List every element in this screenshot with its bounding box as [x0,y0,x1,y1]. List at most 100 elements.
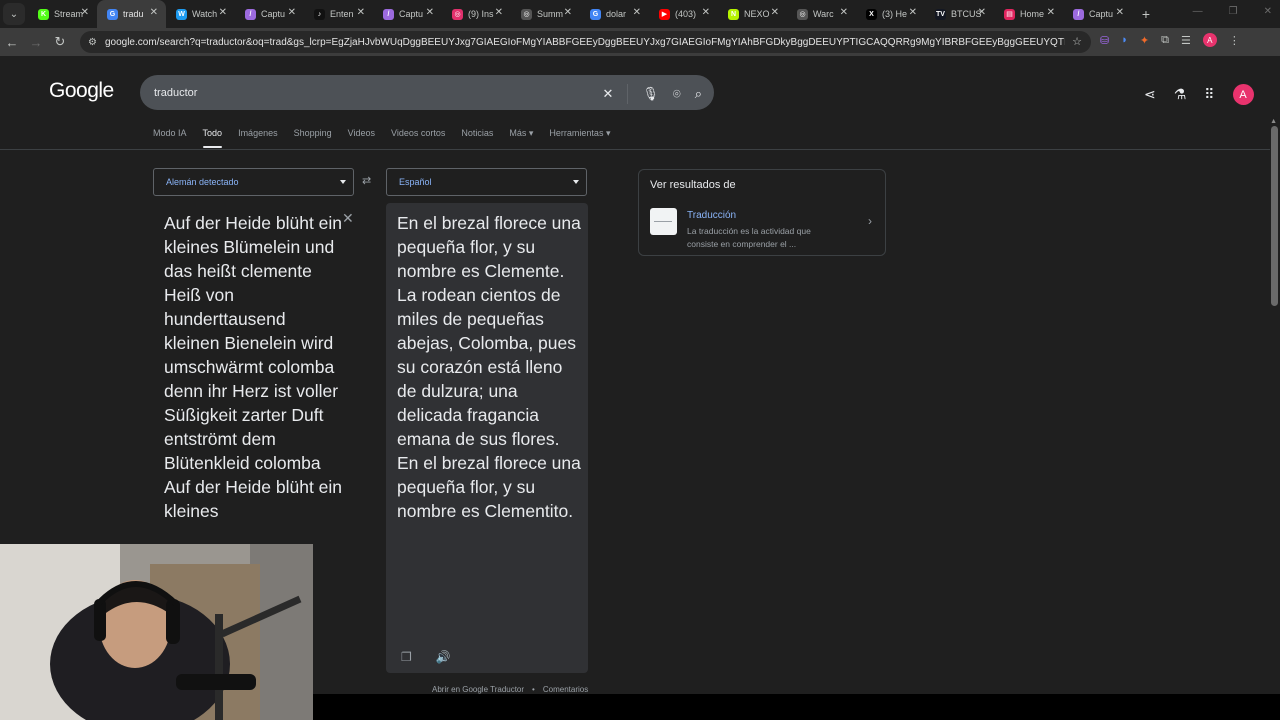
tab-close-icon[interactable]: ✕ [978,7,986,18]
url-text[interactable]: google.com/search?q=traductor&oq=trad&gs… [105,37,1065,48]
search-icon[interactable]: ⌕ [695,86,702,102]
browser-tab[interactable]: ▶ (403) ✕ [649,0,718,28]
tab-close-icon[interactable]: ✕ [150,7,158,18]
target-language-label: Español [399,177,432,187]
browser-tab[interactable]: ◎ Summ ✕ [511,0,580,28]
tab-favicon-icon: ◎ [452,8,463,20]
site-info-icon[interactable]: ⚙ [88,37,97,48]
reading-list-icon[interactable]: ☰ [1181,34,1191,47]
extension-icon[interactable]: ◗ [1121,34,1128,46]
lens-camera-icon[interactable]: ⌾ [673,86,681,102]
browser-tab[interactable]: / Captu ✕ [235,0,304,28]
browser-tab[interactable]: / Captu ✕ [373,0,442,28]
scroll-up-arrow[interactable]: ▲ [1270,118,1277,125]
minimize-icon[interactable]: — [1193,6,1203,17]
source-language-select[interactable]: Alemán detectado [153,168,354,196]
tab-title: NEXO [744,9,770,19]
reload-icon[interactable]: ↻ [48,34,72,50]
tab-favicon-icon: G [107,8,118,20]
search-nav-tab[interactable]: Más ▾ [509,128,533,139]
account-avatar[interactable]: A [1232,84,1254,105]
feedback-link[interactable]: Comentarios [543,685,588,694]
search-nav-tab[interactable]: Herramientas ▾ [549,128,610,139]
search-nav-tab[interactable]: Shopping [294,128,332,139]
share-icon[interactable]: ⋖ [1144,86,1156,103]
back-icon[interactable]: ← [0,35,24,50]
search-nav-tab[interactable]: Imágenes [238,128,278,139]
address-bar[interactable]: ⚙ google.com/search?q=traductor&oq=trad&… [80,31,1091,53]
tab-close-icon[interactable]: ✕ [771,7,779,18]
browser-tab[interactable]: X (3) He ✕ [856,0,925,28]
tab-close-icon[interactable]: ✕ [426,7,434,18]
search-box[interactable]: traductor ✕ 🎙 ⌾ ⌕ [140,75,714,110]
profile-avatar[interactable]: A [1202,33,1217,47]
tab-title: Watch [192,9,218,19]
microphone-icon[interactable]: 🎙 [642,86,659,102]
apps-grid-icon[interactable]: ⠿ [1204,86,1214,103]
browser-tab[interactable]: N NEXO ✕ [718,0,787,28]
tab-close-icon[interactable]: ✕ [357,7,365,18]
tab-close-icon[interactable]: ✕ [288,7,296,18]
tab-close-icon[interactable]: ✕ [633,7,641,18]
extensions-puzzle-icon[interactable]: ⧉ [1161,34,1169,47]
extension-icon[interactable]: ✦ [1140,34,1149,47]
open-in-translate-link[interactable]: Abrir en Google Traductor [432,685,524,694]
clear-search-icon[interactable]: ✕ [602,86,613,102]
extension-icon[interactable]: ⛁ [1100,34,1109,47]
result-thumbnail[interactable] [650,208,677,235]
page-scrollbar-thumb[interactable] [1271,126,1278,306]
browser-tab[interactable]: Gtradu ✕ [97,0,166,28]
browser-tab[interactable]: / Captu ✕ [1063,0,1132,28]
speaker-icon[interactable]: 🔊 [436,650,451,664]
target-language-select[interactable]: Español [386,168,587,196]
copy-icon[interactable]: ❐ [401,650,412,664]
tab-close-icon[interactable]: ✕ [564,7,572,18]
new-tab-button[interactable]: + [1134,6,1158,22]
tab-close-icon[interactable]: ✕ [1047,7,1055,18]
search-nav-tabs: Modo IA Todo Imágenes Shopping Videos Videos … [153,128,610,148]
tab-title: Home [1020,9,1045,19]
tab-close-icon[interactable]: ✕ [219,7,227,18]
source-text-input[interactable]: Auf der Heide blüht ein kleines Blümelei… [164,211,344,523]
search-nav-tab[interactable]: Todo [202,128,222,148]
browser-tab[interactable]: Gdolar ✕ [580,0,649,28]
chevron-right-icon[interactable]: › [868,214,872,228]
browser-toolbar: ← → ↻ ⚙ google.com/search?q=traductor&oq… [0,28,1280,56]
tab-title: Captu [399,9,424,19]
search-nav-tab[interactable]: Modo IA [153,128,187,139]
browser-tab[interactable]: ◎ Warc ✕ [787,0,856,28]
tab-close-icon[interactable]: ✕ [495,7,503,18]
browser-menu-icon[interactable]: ⋮ [1229,34,1240,47]
browser-tab[interactable]: TV BTCUS ✕ [925,0,994,28]
swap-languages-icon[interactable]: ⇄ [362,174,371,187]
tab-favicon-icon: / [1073,8,1084,20]
bookmark-star-icon[interactable]: ☆ [1072,35,1082,48]
browser-tab[interactable]: ▤ Home ✕ [994,0,1063,28]
translated-text: En el brezal florece una pequeña flor, y… [397,213,581,521]
browser-tab[interactable]: ♪ Enten ✕ [304,0,373,28]
tab-close-icon[interactable]: ✕ [1116,7,1124,18]
browser-tab[interactable]: ◎ (9) Ins ✕ [442,0,511,28]
tab-search-button[interactable]: ⌄ [3,3,25,25]
chevron-down-icon [573,180,579,184]
forward-icon[interactable]: → [24,35,48,50]
result-link[interactable]: Traducción [687,210,736,221]
tab-close-icon[interactable]: ✕ [840,7,848,18]
close-window-icon[interactable]: ✕ [1264,6,1272,17]
labs-flask-icon[interactable]: ⚗ [1174,86,1187,103]
search-nav-tab[interactable]: Videos cortos [391,128,445,139]
browser-tab[interactable]: W Watch ✕ [166,0,235,28]
translation-output-panel: En el brezal florece una pequeña flor, y… [386,203,588,673]
tab-close-icon[interactable]: ✕ [909,7,917,18]
google-logo[interactable]: Google [49,79,114,103]
tab-title: dolar [606,9,627,19]
browser-tab[interactable]: K Stream ✕ [28,0,97,28]
tab-close-icon[interactable]: ✕ [81,7,89,18]
search-nav-tab[interactable]: Videos [348,128,375,139]
clear-source-icon[interactable]: ✕ [342,210,354,227]
search-nav-tab[interactable]: Noticias [461,128,493,139]
search-query[interactable]: traductor [154,87,197,99]
tab-close-icon[interactable]: ✕ [702,7,710,18]
restore-icon[interactable]: ❐ [1229,6,1238,17]
tab-title: Summ [537,9,564,19]
